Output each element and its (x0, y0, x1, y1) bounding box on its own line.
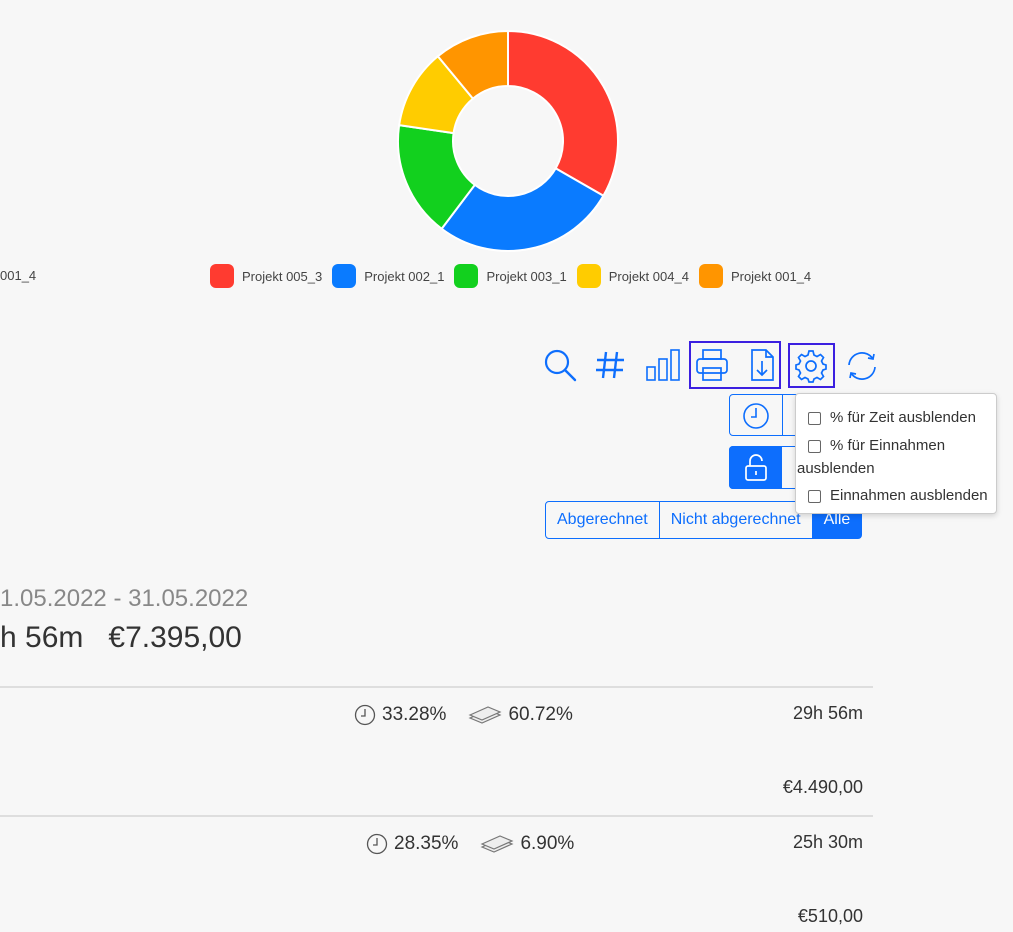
hide-income-checkbox[interactable] (808, 489, 821, 503)
legend-label: Projekt 001_4 (730, 268, 812, 284)
money-icon (480, 835, 514, 853)
clock-icon (743, 403, 769, 429)
legend-item[interactable]: Projekt 004_4 (576, 264, 689, 288)
hide-income-percent-option[interactable]: % für Einnahmen (808, 434, 945, 457)
row-time: 29h 56m (792, 703, 863, 723)
summary-totals: h 56m €7.395,00 (0, 621, 242, 655)
hide-income-percent-checkbox[interactable] (808, 439, 821, 453)
legend-label: Projekt 003_1 (486, 268, 567, 284)
hash-icon[interactable] (592, 347, 628, 383)
button-divider (782, 394, 783, 436)
legend-swatch (332, 264, 357, 288)
row-amount: €510,00 (797, 906, 863, 926)
chart-legend: Projekt 005_3 Projekt 002_1 Projekt 003_1 P… (210, 264, 821, 288)
clock-icon (366, 833, 388, 855)
hide-income-option[interactable]: Einnahmen ausblenden (808, 484, 988, 507)
legend-item[interactable]: Projekt 001_4 (698, 264, 812, 288)
legend-swatch (454, 264, 479, 288)
unlock-icon (745, 454, 767, 481)
bar-chart-icon[interactable] (645, 345, 683, 383)
hide-time-percent-checkbox[interactable] (808, 411, 821, 425)
table-row-stats: 33.28% 60.72% (354, 704, 573, 726)
refresh-icon[interactable] (844, 348, 880, 384)
donut-chart (397, 29, 619, 252)
money-percent: 6.90% (520, 833, 575, 854)
unlock-button[interactable] (729, 446, 782, 489)
time-percent: 28.35% (394, 833, 459, 854)
legend-fragment: 001_4 (0, 268, 37, 283)
printer-icon[interactable] (694, 347, 730, 383)
legend-item[interactable]: Projekt 005_3 (210, 264, 322, 288)
legend-swatch (698, 264, 723, 288)
total-amount: €7.395,00 (108, 621, 242, 654)
legend-item[interactable]: Projekt 002_1 (332, 264, 444, 288)
date-range: 1.05.2022 - 31.05.2022 (0, 585, 249, 612)
search-icon[interactable] (542, 347, 578, 383)
row-amount: €4.490,00 (782, 777, 863, 797)
legend-swatch (576, 264, 601, 288)
legend-swatch (210, 264, 234, 288)
legend-label: Projekt 005_3 (242, 268, 323, 284)
money-icon (468, 706, 502, 724)
gear-icon[interactable] (793, 348, 829, 384)
legend-item[interactable]: Projekt 003_1 (454, 264, 567, 288)
filter-billed-button[interactable]: Abgerechnet (545, 501, 660, 539)
legend-label: Projekt 002_1 (364, 268, 445, 284)
donut-slice-1[interactable] (507, 29, 619, 198)
time-percent: 33.28% (382, 704, 447, 725)
row-divider (0, 815, 873, 817)
settings-dropdown: % für Zeit ausblenden % für Einnahmen au… (795, 393, 997, 514)
row-time: 25h 30m (792, 832, 863, 852)
file-download-icon[interactable] (744, 347, 780, 383)
total-time: h 56m (0, 621, 84, 654)
row-divider (0, 686, 873, 688)
clock-icon (354, 704, 376, 726)
hide-income-percent-label-wrap: ausblenden (797, 460, 875, 477)
hide-time-percent-option[interactable]: % für Zeit ausblenden (808, 406, 976, 429)
filter-unbilled-button[interactable]: Nicht abgerechnet (659, 501, 813, 539)
legend-label: Projekt 004_4 (608, 268, 689, 284)
money-percent: 60.72% (508, 704, 573, 725)
table-row-stats: 28.35% 6.90% (366, 833, 574, 855)
